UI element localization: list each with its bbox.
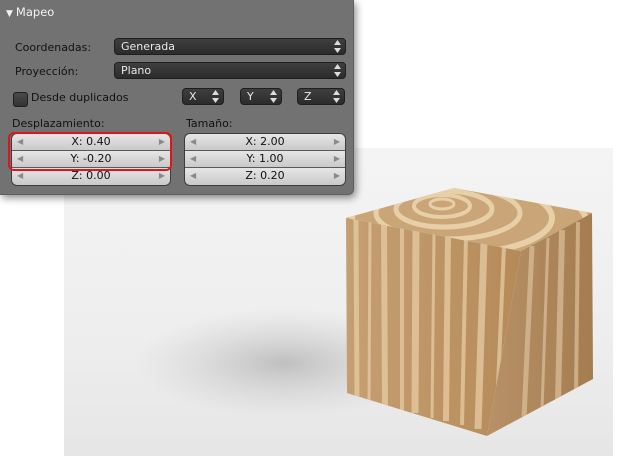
panel-title: Mapeo: [15, 5, 55, 19]
projection-label: Proyección:: [15, 65, 79, 78]
offset-label: Desplazamiento:: [12, 117, 105, 130]
size-vector: ◀ X: 2.00 ▶ ◀ Y: 1.00 ▶ ◀ Z: 0.20 ▶: [184, 133, 346, 186]
projection-value: Plano: [121, 64, 152, 77]
panel-header[interactable]: ▼ Mapeo: [6, 4, 54, 20]
updown-arrows-icon: [212, 90, 219, 103]
axis-x-dropdown[interactable]: X: [182, 88, 224, 105]
mapping-panel: ▼ Mapeo Coordenadas: Generada Proyección:…: [0, 0, 354, 195]
axis-z-value: Z: [304, 90, 312, 103]
coordinates-label: Coordenadas:: [15, 41, 92, 54]
decrement-arrow-icon[interactable]: ◀: [190, 151, 196, 167]
axis-y-dropdown[interactable]: Y: [240, 88, 282, 105]
axis-z-dropdown[interactable]: Z: [297, 88, 345, 105]
triangle-down-icon[interactable]: ▼: [6, 9, 13, 19]
coordinates-value: Generada: [121, 40, 176, 53]
updown-arrows-icon: [334, 64, 341, 77]
size-label: Tamaño:: [186, 117, 233, 130]
projection-dropdown[interactable]: Plano: [114, 62, 346, 79]
decrement-arrow-icon[interactable]: ◀: [190, 134, 196, 150]
from-dupli-checkbox[interactable]: [13, 92, 28, 107]
axis-x-value: X: [189, 90, 197, 103]
decrement-arrow-icon[interactable]: ◀: [190, 168, 196, 184]
updown-arrows-icon: [334, 40, 341, 53]
increment-arrow-icon[interactable]: ▶: [334, 134, 340, 150]
updown-arrows-icon: [270, 90, 277, 103]
increment-arrow-icon[interactable]: ▶: [334, 168, 340, 184]
size-z-value: Z: 0.20: [245, 169, 285, 182]
size-x-field[interactable]: ◀ X: 2.00 ▶: [185, 134, 345, 151]
coordinates-dropdown[interactable]: Generada: [114, 38, 346, 55]
size-z-field[interactable]: ◀ Z: 0.20 ▶: [185, 168, 345, 185]
size-y-value: Y: 1.00: [246, 152, 284, 165]
size-x-value: X: 2.00: [245, 135, 285, 148]
size-y-field[interactable]: ◀ Y: 1.00 ▶: [185, 151, 345, 168]
updown-arrows-icon: [333, 90, 340, 103]
from-dupli-label: Desde duplicados: [31, 91, 129, 104]
increment-arrow-icon[interactable]: ▶: [334, 151, 340, 167]
axis-y-value: Y: [247, 90, 254, 103]
highlight-box: [8, 132, 172, 171]
